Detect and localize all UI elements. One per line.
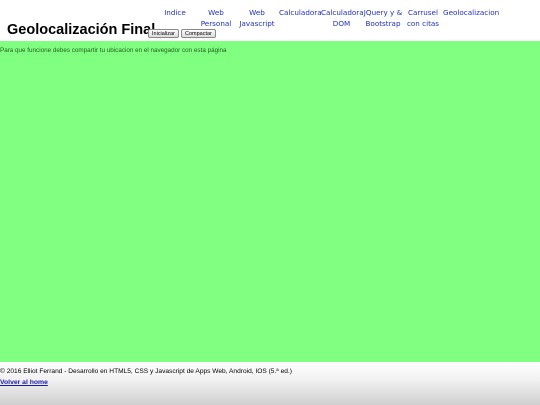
- location-notice: Para que funcione debes compartir tu ubi…: [0, 47, 227, 54]
- footer: © 2016 Elliot Ferrand - Desarrollo en HT…: [0, 362, 540, 405]
- top-nav: Indice Web Personal Web Javascript Calcu…: [0, 7, 540, 35]
- map-area: Para que funcione debes compartir tu ubi…: [0, 41, 540, 362]
- header: Geolocalización Final Inicializar Compac…: [0, 0, 540, 41]
- nav-item-calculadora-dom[interactable]: Calculadora DOM: [321, 7, 364, 29]
- nav-item-calculadora[interactable]: Calculadora: [279, 7, 322, 18]
- nav-item-indice[interactable]: Indice: [163, 7, 187, 18]
- back-home-link[interactable]: Volver al home: [0, 379, 48, 386]
- nav-item-web-javascript[interactable]: Web Javascript: [238, 7, 276, 29]
- copyright-text: © 2016 Elliot Ferrand - Desarrollo en HT…: [0, 368, 292, 375]
- nav-item-carrusel-citas[interactable]: Carrusel con citas: [405, 7, 441, 29]
- nav-item-web-personal[interactable]: Web Personal: [200, 7, 232, 29]
- nav-item-geolocalizacion[interactable]: Geolocalizacion: [443, 7, 499, 18]
- nav-item-jquery-bootstrap[interactable]: JQuery y & Bootstrap: [363, 7, 403, 29]
